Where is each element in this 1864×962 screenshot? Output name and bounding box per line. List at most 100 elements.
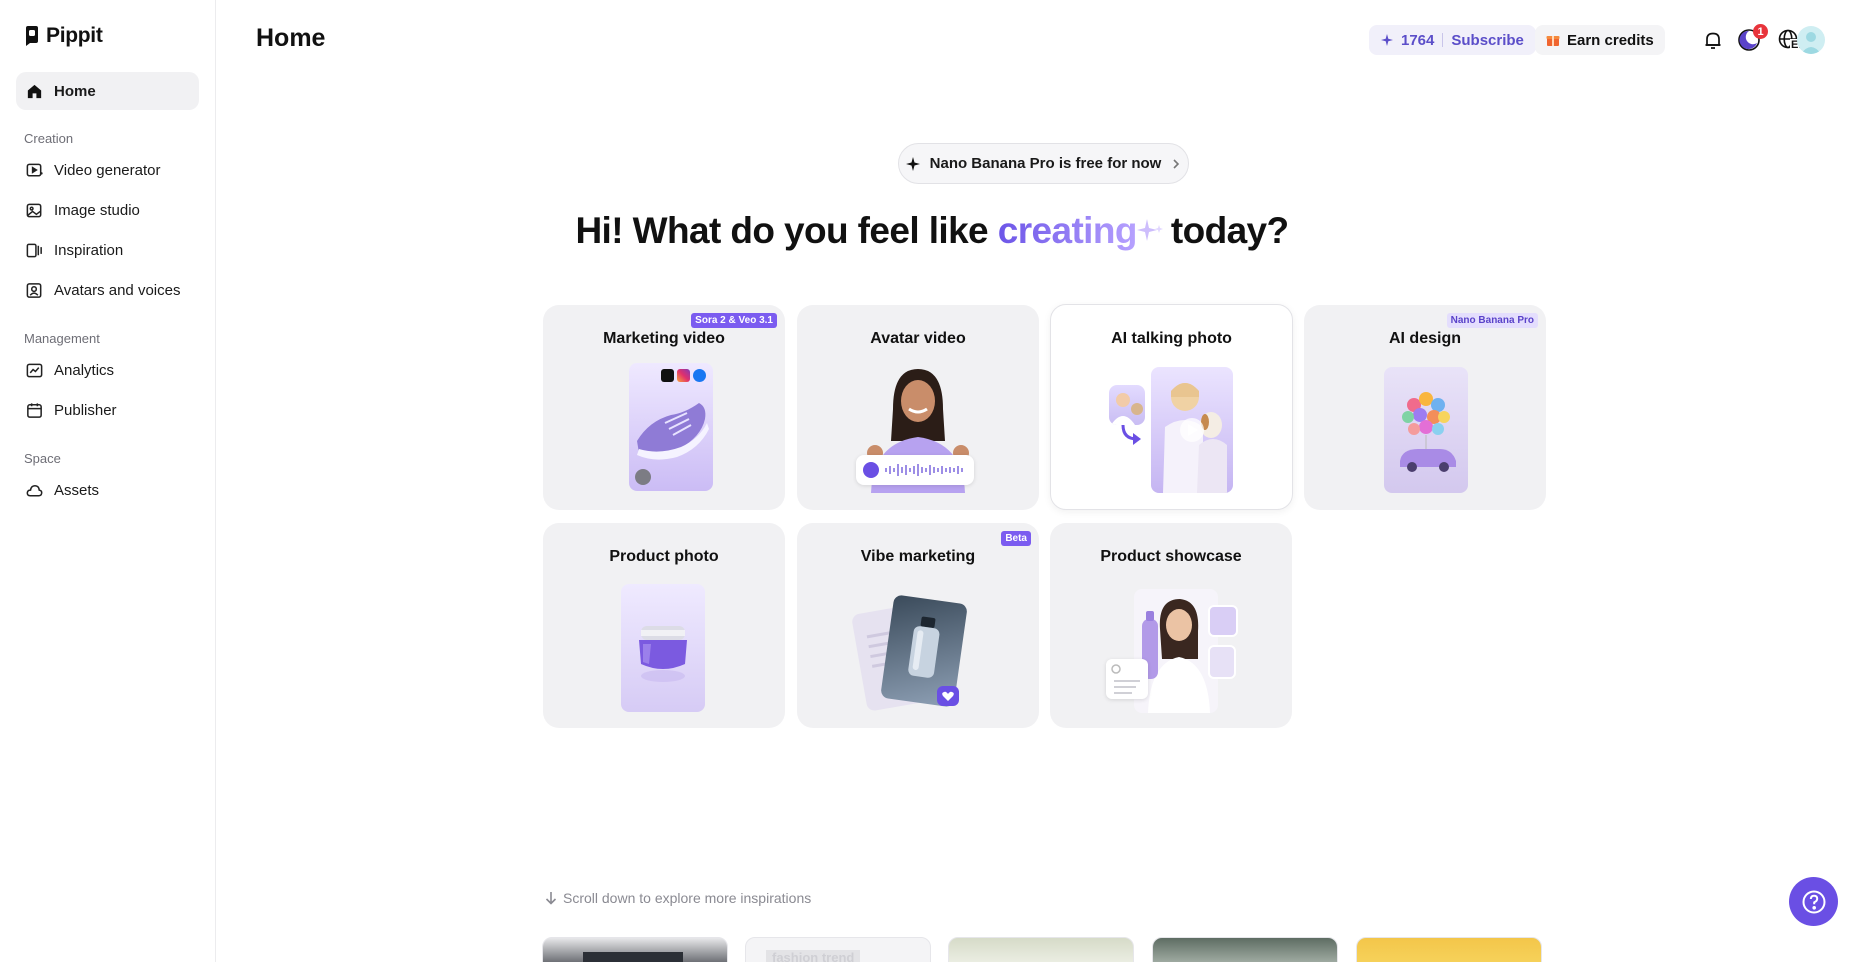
card-avatar-video[interactable]: Avatar video	[797, 305, 1039, 510]
card-title: AI design	[1388, 330, 1461, 347]
card-vibe-marketing[interactable]: Beta Vibe marketing	[797, 523, 1039, 728]
cream-jar-image	[639, 626, 687, 682]
card-title: AI talking photo	[1111, 330, 1232, 347]
sidebar-item-label: Home	[54, 82, 96, 100]
waveform-icon	[885, 464, 963, 476]
app-logo[interactable]: Pippit	[24, 24, 103, 48]
card-tag: Nano Banana Pro	[1446, 313, 1538, 328]
hero-text-after: today?	[1170, 210, 1289, 251]
pippit-logo-icon	[26, 26, 38, 46]
inspiration-thumbnail[interactable]: fashion trend	[745, 937, 931, 962]
product-tile-decoration	[1208, 605, 1238, 637]
card-ai-talking-photo[interactable]: AI talking photo	[1050, 304, 1293, 510]
card-title: Product showcase	[1100, 548, 1242, 565]
notifications-button[interactable]	[1699, 26, 1727, 54]
child-photo-image	[1111, 393, 1143, 425]
video-generator-icon	[26, 163, 43, 176]
analytics-icon	[26, 363, 43, 377]
info-card-decoration	[1106, 659, 1148, 699]
inspiration-thumbnail[interactable]	[1152, 937, 1338, 962]
subscribe-link[interactable]: Subscribe	[1451, 32, 1524, 49]
sidebar: Pippit Home Creation Video generator Ima…	[0, 0, 216, 962]
arrow-right-icon	[1121, 424, 1141, 445]
sidebar-item-publisher[interactable]: Publisher	[16, 391, 199, 429]
sparkle-icon	[905, 156, 920, 171]
child-and-dog-image	[1163, 383, 1227, 493]
sidebar-item-assets[interactable]: Assets	[16, 471, 199, 509]
promo-text: Nano Banana Pro is free for now	[929, 155, 1162, 172]
card-product-photo[interactable]: Product photo	[543, 523, 785, 728]
hero-heading: Hi! What do you feel like creating today?	[0, 210, 1864, 252]
sidebar-item-label: Avatars and voices	[54, 281, 181, 299]
voice-waveform-bar	[856, 455, 974, 485]
tiktok-icon	[661, 369, 674, 382]
activity-button[interactable]: 1	[1735, 24, 1768, 54]
avatar-video-thumbnail	[853, 361, 983, 493]
scroll-hint-text: Scroll down to explore more inspirations	[563, 890, 812, 906]
card-title: Vibe marketing	[860, 548, 976, 565]
promo-banner[interactable]: Nano Banana Pro is free for now	[898, 143, 1189, 184]
bottle-tile-decoration	[1208, 645, 1236, 679]
screen-decoration	[583, 952, 683, 962]
instagram-icon	[677, 369, 690, 382]
talking-photo-thumbnail	[1151, 367, 1233, 493]
sparkle-credit-icon	[1381, 34, 1393, 46]
earn-credits-label: Earn credits	[1567, 31, 1654, 49]
help-button[interactable]	[1789, 877, 1838, 926]
home-icon	[27, 84, 42, 98]
inspiration-caption: fashion trend	[766, 950, 861, 962]
marketing-video-thumbnail	[629, 363, 713, 491]
cloud-icon	[26, 484, 43, 496]
card-tag: Beta	[1001, 531, 1031, 546]
card-title: Product photo	[609, 548, 719, 565]
card-tag: Sora 2 & Veo 3.1	[691, 313, 777, 328]
user-avatar[interactable]	[1797, 26, 1825, 54]
credits-subscribe-pill[interactable]: 1764 Subscribe	[1369, 25, 1536, 55]
sidebar-item-label: Video generator	[54, 161, 161, 179]
question-icon	[1802, 890, 1825, 913]
facebook-icon	[693, 369, 706, 382]
credits-count: 1764	[1401, 31, 1435, 49]
bell-icon	[1705, 32, 1721, 49]
inspiration-thumbnail[interactable]	[542, 937, 728, 962]
source-photo-thumbnail	[1109, 385, 1145, 425]
sidebar-item-video-generator[interactable]: Video generator	[16, 151, 199, 189]
hero-text-before: Hi! What do you feel like	[575, 210, 998, 251]
balloons-car-image	[1400, 392, 1456, 472]
heart-badge-icon	[937, 686, 959, 706]
card-title: Marketing video	[603, 330, 725, 347]
sidebar-section-creation: Creation	[24, 131, 74, 146]
sparkle-decoration-icon	[1136, 219, 1163, 241]
app-root: Pippit Home Creation Video generator Ima…	[0, 0, 1864, 962]
sidebar-item-avatars-and-voices[interactable]: Avatars and voices	[16, 271, 199, 309]
sidebar-section-management: Management	[24, 331, 100, 346]
inspiration-thumbnail[interactable]	[948, 937, 1134, 962]
sidebar-item-home[interactable]: Home	[16, 72, 199, 110]
calendar-icon	[27, 402, 42, 418]
earn-credits-button[interactable]: Earn credits	[1535, 25, 1665, 55]
card-title: Avatar video	[870, 330, 966, 347]
chevron-right-icon	[1173, 158, 1180, 169]
card-product-showcase[interactable]: Product showcase	[1050, 523, 1292, 728]
play-button-icon	[863, 462, 879, 478]
play-icon	[635, 469, 651, 485]
sidebar-item-analytics[interactable]: Analytics	[16, 351, 199, 389]
inspiration-thumbnail[interactable]	[1356, 937, 1542, 962]
sidebar-item-label: Analytics	[54, 361, 115, 379]
sidebar-section-space: Space	[24, 451, 61, 466]
hero-text-accent: creating	[997, 210, 1138, 251]
page-title: Home	[256, 24, 326, 52]
notification-badge: 1	[1753, 24, 1768, 39]
scroll-hint: Scroll down to explore more inspirations	[545, 890, 811, 906]
ai-design-thumbnail	[1384, 367, 1468, 493]
sidebar-item-label: Publisher	[54, 401, 117, 419]
gift-icon	[1546, 36, 1560, 46]
pill-divider	[1442, 33, 1444, 47]
card-marketing-video[interactable]: Sora 2 & Veo 3.1 Marketing video	[543, 305, 785, 510]
app-name: Pippit	[46, 24, 103, 47]
product-photo-thumbnail	[621, 584, 705, 712]
user-avatar-icon	[1801, 32, 1821, 54]
sidebar-item-label: Assets	[54, 481, 100, 499]
card-ai-design[interactable]: Nano Banana Pro AI design	[1304, 305, 1546, 510]
arrow-down-icon	[545, 892, 557, 905]
